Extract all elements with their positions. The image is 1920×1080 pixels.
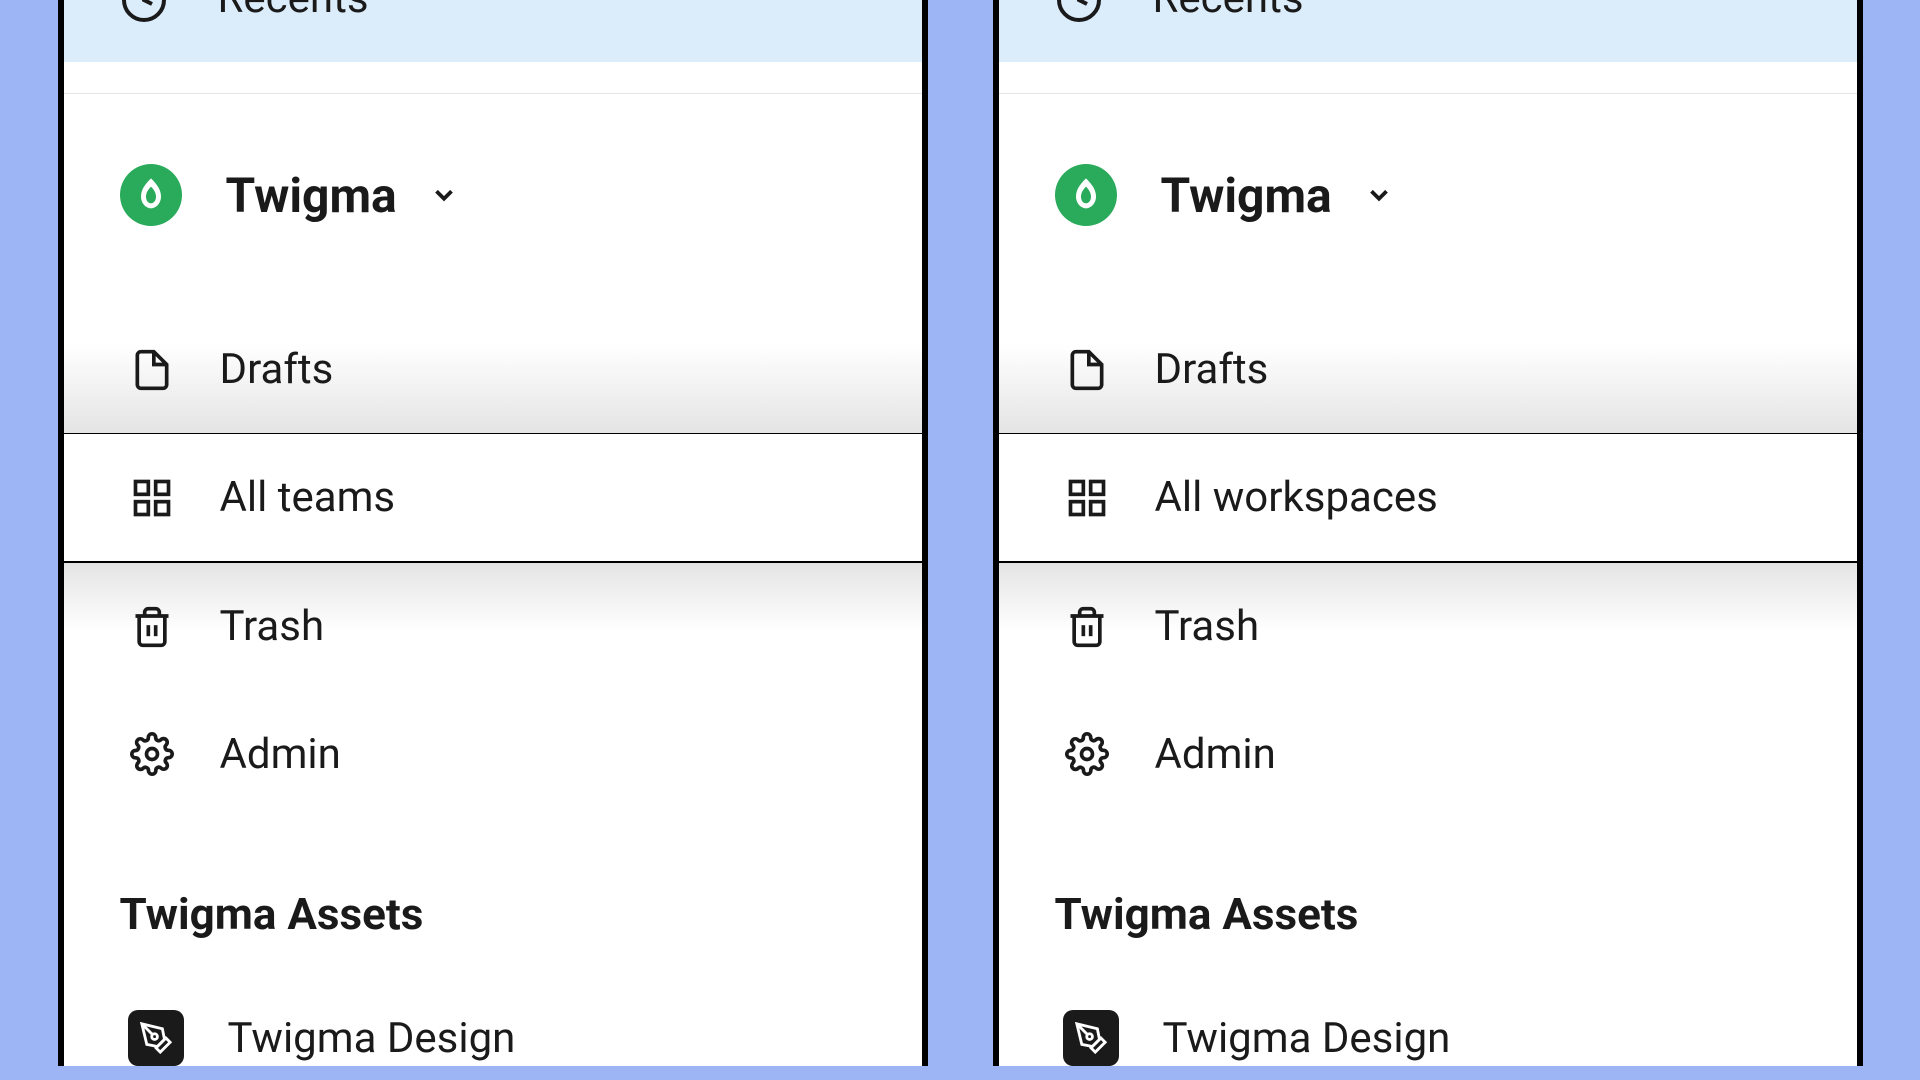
gear-icon (1063, 730, 1111, 778)
grid-icon (128, 474, 176, 522)
pen-icon (128, 1010, 184, 1066)
all-teams-label: All teams (220, 473, 396, 522)
nav-item-all-teams[interactable]: All teams (64, 434, 922, 562)
nav-item-trash[interactable]: Trash (999, 562, 1857, 690)
org-switcher[interactable]: Twigma (999, 94, 1857, 226)
asset-design-label: Twigma Design (228, 1014, 516, 1063)
org-switcher[interactable]: Twigma (64, 94, 922, 226)
grid-icon (1063, 474, 1111, 522)
trash-label: Trash (1155, 602, 1260, 651)
pen-icon (1063, 1010, 1119, 1066)
chevron-down-icon (1364, 180, 1394, 210)
nav-item-admin[interactable]: Admin (64, 690, 922, 818)
asset-design-label: Twigma Design (1163, 1014, 1451, 1063)
gear-icon (128, 730, 176, 778)
trash-label: Trash (220, 602, 325, 651)
file-icon (1063, 346, 1111, 394)
admin-label: Admin (220, 730, 341, 779)
nav-item-admin[interactable]: Admin (999, 690, 1857, 818)
recents-label: Recents (1153, 0, 1304, 23)
org-logo-icon (120, 164, 182, 226)
file-icon (128, 346, 176, 394)
nav-item-drafts[interactable]: Drafts (999, 306, 1857, 434)
nav-item-all-workspaces[interactable]: All workspaces (999, 434, 1857, 562)
all-workspaces-label: All workspaces (1155, 473, 1438, 522)
sidebar-panel-left: Recents Twigma Drafts All teams (58, 0, 928, 1066)
asset-item-design[interactable]: Twigma Design (999, 940, 1857, 1066)
nav-item-recents[interactable]: Recents (64, 0, 922, 62)
nav-item-drafts[interactable]: Drafts (64, 306, 922, 434)
clock-icon (120, 0, 168, 24)
nav-list: Drafts All workspaces Trash Admin (999, 306, 1857, 818)
trash-icon (1063, 603, 1111, 651)
admin-label: Admin (1155, 730, 1276, 779)
assets-heading: Twigma Assets (999, 818, 1857, 940)
sidebar-panel-right: Recents Twigma Drafts All workspaces (993, 0, 1863, 1066)
trash-icon (128, 603, 176, 651)
org-name-label: Twigma (1161, 167, 1332, 224)
chevron-down-icon (429, 180, 459, 210)
asset-item-design[interactable]: Twigma Design (64, 940, 922, 1066)
drafts-label: Drafts (220, 345, 334, 394)
nav-item-recents[interactable]: Recents (999, 0, 1857, 62)
recents-label: Recents (218, 0, 369, 23)
org-name-label: Twigma (226, 167, 397, 224)
spacer (64, 62, 922, 93)
nav-item-trash[interactable]: Trash (64, 562, 922, 690)
clock-icon (1055, 0, 1103, 24)
nav-list: Drafts All teams Trash Admin (64, 306, 922, 818)
org-logo-icon (1055, 164, 1117, 226)
spacer (999, 62, 1857, 93)
drafts-label: Drafts (1155, 345, 1269, 394)
assets-heading: Twigma Assets (64, 818, 922, 940)
